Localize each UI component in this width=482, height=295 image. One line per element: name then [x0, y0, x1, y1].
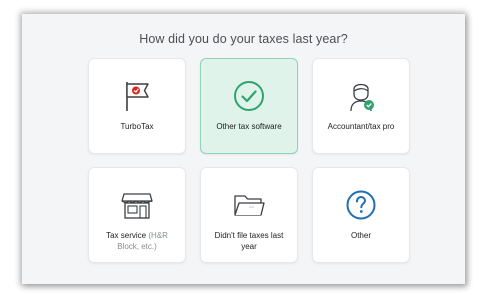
option-label: Other	[350, 231, 371, 240]
question-panel: How did you do your taxes last year? Tur…	[22, 14, 465, 284]
option-label: Accountant/tax pro	[327, 122, 395, 131]
option-other-tax-software[interactable]: Other tax software	[200, 58, 298, 154]
option-accountant-tax-pro[interactable]: Accountant/tax pro	[312, 58, 410, 154]
option-label: Other tax software	[216, 122, 282, 131]
option-other[interactable]: Other	[312, 167, 410, 263]
screenshot-stage: How did you do your taxes last year? Tur…	[0, 0, 482, 295]
option-label: TurboTax	[120, 122, 154, 131]
option-turbotax[interactable]: TurboTax	[88, 58, 186, 154]
turbotax-logo-icon	[89, 79, 185, 113]
question-circle-icon	[313, 188, 409, 222]
option-label: Tax service (H&R Block, etc.)	[95, 230, 179, 252]
option-didnt-file[interactable]: Didn't file taxes last year	[200, 167, 298, 263]
option-tax-service[interactable]: Tax service (H&R Block, etc.)	[88, 167, 186, 263]
accountant-person-icon	[313, 79, 409, 113]
option-label: Didn't file taxes last year	[214, 231, 284, 251]
checkmark-circle-icon	[201, 79, 297, 113]
storefront-icon	[89, 188, 185, 222]
option-label-main: Tax service	[106, 231, 147, 240]
empty-folder-icon	[201, 188, 297, 222]
question-title: How did you do your taxes last year?	[139, 32, 348, 46]
